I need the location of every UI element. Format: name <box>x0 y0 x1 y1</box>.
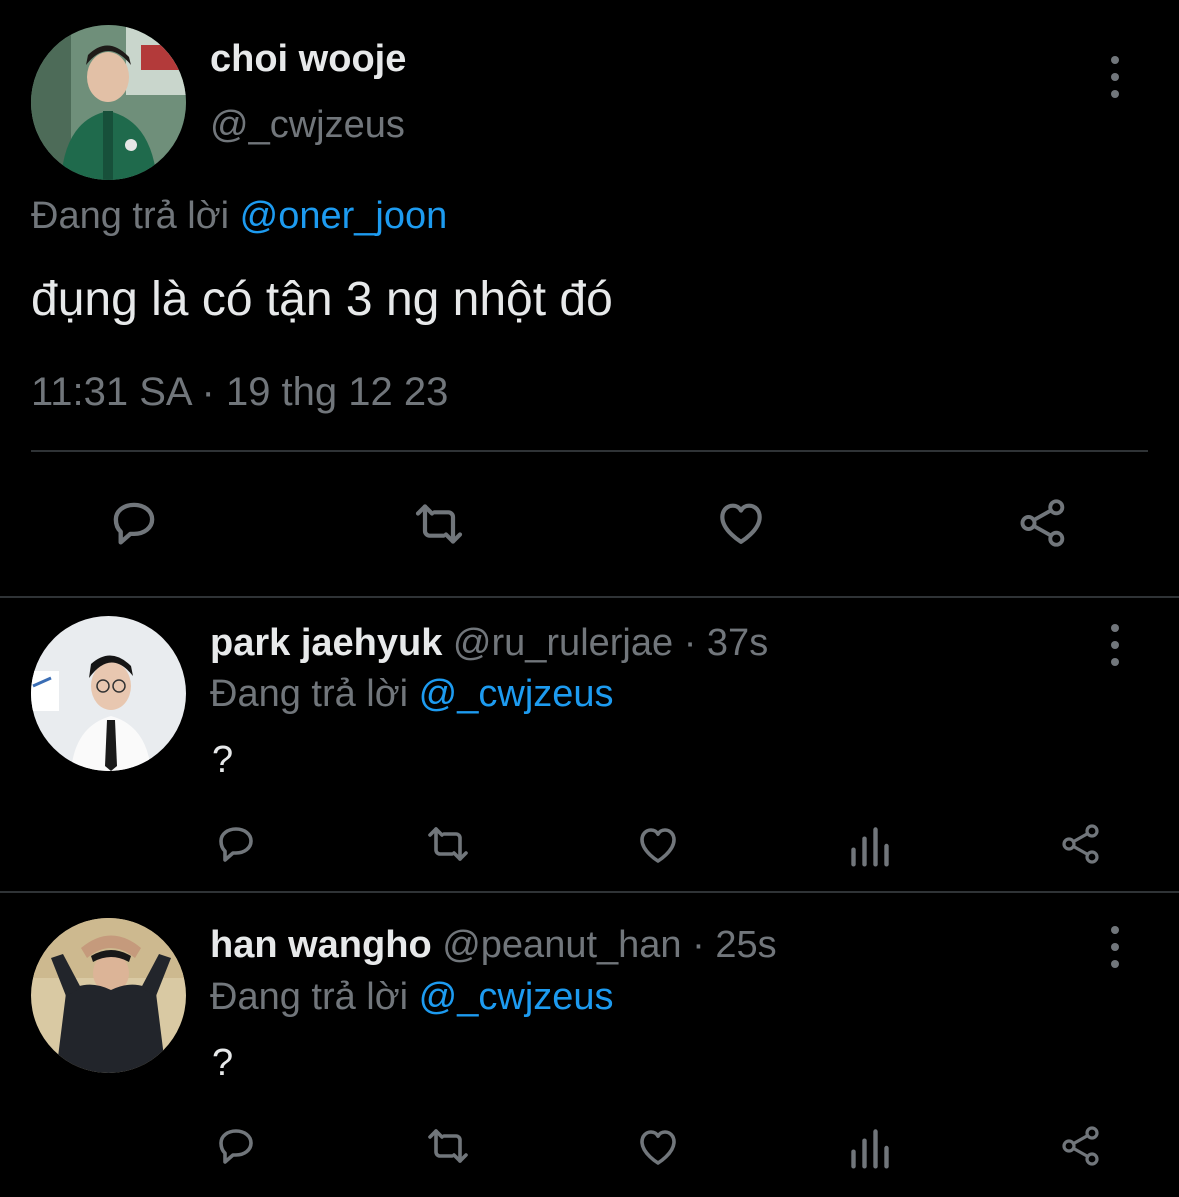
separator: · <box>673 622 707 664</box>
replying-to: Đang trả lời @_cwjzeus <box>210 673 614 716</box>
tweet-time[interactable]: 37s <box>707 622 768 664</box>
avatar[interactable] <box>31 616 186 771</box>
analytics-icon[interactable] <box>848 1126 892 1170</box>
mention-link[interactable]: @_cwjzeus <box>419 673 614 715</box>
author-handle[interactable]: @peanut_han <box>442 924 681 966</box>
tweet-text: đụng là có tận 3 ng nhột đó <box>31 273 613 326</box>
author-name[interactable]: han wangho <box>210 924 432 966</box>
like-icon[interactable] <box>634 820 682 868</box>
divider <box>31 450 1148 452</box>
share-icon[interactable] <box>1056 1122 1106 1170</box>
mention-link[interactable]: @oner_joon <box>240 195 448 237</box>
reply-icon[interactable] <box>104 494 164 552</box>
replying-to-label: Đang trả lời <box>31 195 230 237</box>
replying-to: Đang trả lời @_cwjzeus <box>210 976 614 1019</box>
divider <box>0 596 1179 598</box>
author-handle[interactable]: @_cwjzeus <box>210 104 405 147</box>
tweet-text: ? <box>212 739 234 781</box>
reply-icon[interactable] <box>212 820 260 868</box>
tweet-text: ? <box>212 1042 234 1084</box>
reply-icon[interactable] <box>212 1122 260 1170</box>
tweet-header: han wangho @peanut_han · 25s <box>210 924 777 967</box>
share-icon[interactable] <box>1056 820 1106 868</box>
mention-link[interactable]: @_cwjzeus <box>419 976 614 1018</box>
replying-to-label: Đang trả lời <box>210 673 409 715</box>
replying-to-label: Đang trả lời <box>210 976 409 1018</box>
tweet-time[interactable]: 25s <box>715 924 776 966</box>
avatar[interactable] <box>31 25 186 180</box>
tweet-timestamp[interactable]: 11:31 SA · 19 thg 12 23 <box>31 370 448 415</box>
retweet-icon[interactable] <box>405 496 473 552</box>
author-name[interactable]: park jaehyuk <box>210 622 442 664</box>
avatar[interactable] <box>31 918 186 1073</box>
separator: · <box>681 924 716 966</box>
analytics-icon[interactable] <box>848 824 892 868</box>
author-handle[interactable]: @ru_rulerjae <box>453 622 673 664</box>
retweet-icon[interactable] <box>420 820 476 868</box>
like-icon[interactable] <box>711 494 771 550</box>
share-icon[interactable] <box>1013 494 1073 552</box>
more-options-icon[interactable] <box>1105 56 1125 98</box>
more-options-icon[interactable] <box>1105 624 1125 666</box>
author-name[interactable]: choi wooje <box>210 38 406 81</box>
retweet-icon[interactable] <box>420 1122 476 1170</box>
divider <box>0 891 1179 893</box>
like-icon[interactable] <box>634 1122 682 1170</box>
replying-to: Đang trả lời @oner_joon <box>31 195 447 238</box>
more-options-icon[interactable] <box>1105 926 1125 968</box>
tweet-header: park jaehyuk @ru_rulerjae · 37s <box>210 622 768 665</box>
